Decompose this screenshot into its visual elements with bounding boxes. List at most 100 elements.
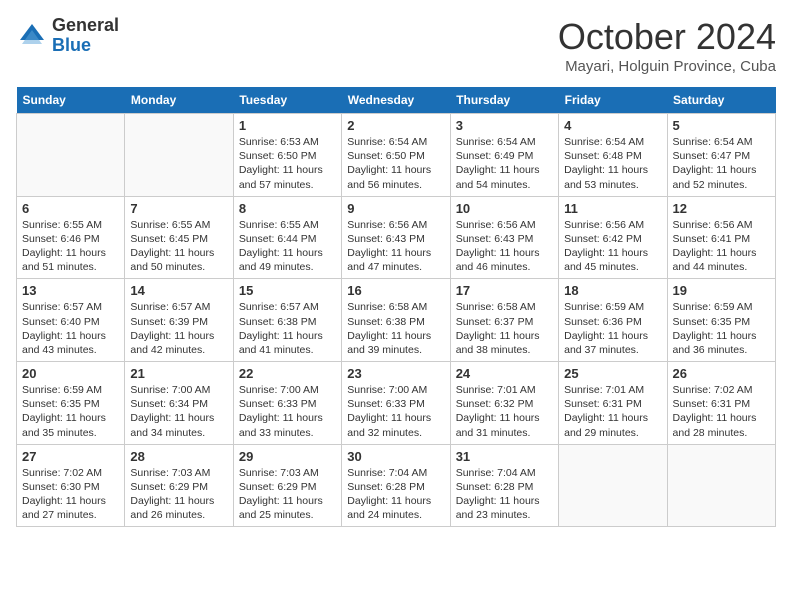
- day-cell: [667, 444, 775, 527]
- day-info: Sunrise: 7:02 AMSunset: 6:30 PMDaylight:…: [22, 466, 119, 523]
- day-info: Sunrise: 7:00 AMSunset: 6:33 PMDaylight:…: [239, 383, 336, 440]
- logo-text: General Blue: [52, 16, 119, 56]
- week-row-5: 27 Sunrise: 7:02 AMSunset: 6:30 PMDayligh…: [17, 444, 776, 527]
- col-header-wednesday: Wednesday: [342, 87, 450, 114]
- col-header-sunday: Sunday: [17, 87, 125, 114]
- day-number: 16: [347, 283, 444, 298]
- day-info: Sunrise: 7:02 AMSunset: 6:31 PMDaylight:…: [673, 383, 770, 440]
- day-number: 2: [347, 118, 444, 133]
- day-cell: 25 Sunrise: 7:01 AMSunset: 6:31 PMDayligh…: [559, 362, 667, 445]
- day-info: Sunrise: 7:01 AMSunset: 6:32 PMDaylight:…: [456, 383, 553, 440]
- day-info: Sunrise: 7:04 AMSunset: 6:28 PMDaylight:…: [347, 466, 444, 523]
- day-number: 12: [673, 201, 770, 216]
- day-info: Sunrise: 6:59 AMSunset: 6:35 PMDaylight:…: [22, 383, 119, 440]
- col-header-thursday: Thursday: [450, 87, 558, 114]
- day-info: Sunrise: 6:59 AMSunset: 6:35 PMDaylight:…: [673, 300, 770, 357]
- day-info: Sunrise: 6:56 AMSunset: 6:43 PMDaylight:…: [347, 218, 444, 275]
- day-info: Sunrise: 6:58 AMSunset: 6:38 PMDaylight:…: [347, 300, 444, 357]
- day-info: Sunrise: 6:57 AMSunset: 6:39 PMDaylight:…: [130, 300, 227, 357]
- day-info: Sunrise: 7:04 AMSunset: 6:28 PMDaylight:…: [456, 466, 553, 523]
- day-cell: 4 Sunrise: 6:54 AMSunset: 6:48 PMDaylight…: [559, 114, 667, 197]
- month-title: October 2024: [558, 16, 776, 58]
- day-number: 10: [456, 201, 553, 216]
- day-cell: 14 Sunrise: 6:57 AMSunset: 6:39 PMDayligh…: [125, 279, 233, 362]
- day-cell: 5 Sunrise: 6:54 AMSunset: 6:47 PMDaylight…: [667, 114, 775, 197]
- day-number: 27: [22, 449, 119, 464]
- day-info: Sunrise: 6:55 AMSunset: 6:45 PMDaylight:…: [130, 218, 227, 275]
- day-number: 5: [673, 118, 770, 133]
- day-cell: 20 Sunrise: 6:59 AMSunset: 6:35 PMDayligh…: [17, 362, 125, 445]
- day-cell: [559, 444, 667, 527]
- day-cell: 2 Sunrise: 6:54 AMSunset: 6:50 PMDaylight…: [342, 114, 450, 197]
- day-info: Sunrise: 7:01 AMSunset: 6:31 PMDaylight:…: [564, 383, 661, 440]
- day-info: Sunrise: 6:54 AMSunset: 6:50 PMDaylight:…: [347, 135, 444, 192]
- day-cell: 9 Sunrise: 6:56 AMSunset: 6:43 PMDaylight…: [342, 196, 450, 279]
- week-row-2: 6Sunrise: 6:55 AMSunset: 6:46 PMDaylight…: [17, 196, 776, 279]
- day-info: Sunrise: 7:03 AMSunset: 6:29 PMDaylight:…: [239, 466, 336, 523]
- day-cell: 31 Sunrise: 7:04 AMSunset: 6:28 PMDayligh…: [450, 444, 558, 527]
- day-info: Sunrise: 6:54 AMSunset: 6:48 PMDaylight:…: [564, 135, 661, 192]
- day-cell: 23 Sunrise: 7:00 AMSunset: 6:33 PMDayligh…: [342, 362, 450, 445]
- day-number: 6: [22, 201, 119, 216]
- week-row-3: 13Sunrise: 6:57 AMSunset: 6:40 PMDayligh…: [17, 279, 776, 362]
- day-number: 29: [239, 449, 336, 464]
- day-info: Sunrise: 6:57 AMSunset: 6:38 PMDaylight:…: [239, 300, 336, 357]
- day-number: 20: [22, 366, 119, 381]
- day-number: 11: [564, 201, 661, 216]
- day-cell: 29 Sunrise: 7:03 AMSunset: 6:29 PMDayligh…: [233, 444, 341, 527]
- day-cell: 11 Sunrise: 6:56 AMSunset: 6:42 PMDayligh…: [559, 196, 667, 279]
- page-header: General Blue October 2024 Mayari, Holgui…: [16, 16, 776, 75]
- col-header-friday: Friday: [559, 87, 667, 114]
- day-number: 28: [130, 449, 227, 464]
- day-info: Sunrise: 6:54 AMSunset: 6:49 PMDaylight:…: [456, 135, 553, 192]
- day-number: 14: [130, 283, 227, 298]
- day-info: Sunrise: 7:03 AMSunset: 6:29 PMDaylight:…: [130, 466, 227, 523]
- day-info: Sunrise: 6:54 AMSunset: 6:47 PMDaylight:…: [673, 135, 770, 192]
- day-cell: 13Sunrise: 6:57 AMSunset: 6:40 PMDayligh…: [17, 279, 125, 362]
- day-cell: 30 Sunrise: 7:04 AMSunset: 6:28 PMDayligh…: [342, 444, 450, 527]
- day-info: Sunrise: 7:00 AMSunset: 6:34 PMDaylight:…: [130, 383, 227, 440]
- week-row-4: 20 Sunrise: 6:59 AMSunset: 6:35 PMDayligh…: [17, 362, 776, 445]
- day-cell: 18 Sunrise: 6:59 AMSunset: 6:36 PMDayligh…: [559, 279, 667, 362]
- day-number: 25: [564, 366, 661, 381]
- day-number: 9: [347, 201, 444, 216]
- calendar-table: SundayMondayTuesdayWednesdayThursdayFrid…: [16, 87, 776, 527]
- day-cell: 26 Sunrise: 7:02 AMSunset: 6:31 PMDayligh…: [667, 362, 775, 445]
- day-number: 18: [564, 283, 661, 298]
- location: Mayari, Holguin Province, Cuba: [558, 58, 776, 75]
- day-info: Sunrise: 6:59 AMSunset: 6:36 PMDaylight:…: [564, 300, 661, 357]
- day-number: 23: [347, 366, 444, 381]
- header-row: SundayMondayTuesdayWednesdayThursdayFrid…: [17, 87, 776, 114]
- day-info: Sunrise: 6:56 AMSunset: 6:41 PMDaylight:…: [673, 218, 770, 275]
- day-cell: 12 Sunrise: 6:56 AMSunset: 6:41 PMDayligh…: [667, 196, 775, 279]
- day-number: 21: [130, 366, 227, 381]
- day-cell: 27 Sunrise: 7:02 AMSunset: 6:30 PMDayligh…: [17, 444, 125, 527]
- col-header-monday: Monday: [125, 87, 233, 114]
- day-number: 26: [673, 366, 770, 381]
- day-cell: 3Sunrise: 6:54 AMSunset: 6:49 PMDaylight…: [450, 114, 558, 197]
- day-number: 1: [239, 118, 336, 133]
- day-info: Sunrise: 6:55 AMSunset: 6:44 PMDaylight:…: [239, 218, 336, 275]
- day-info: Sunrise: 6:56 AMSunset: 6:43 PMDaylight:…: [456, 218, 553, 275]
- day-number: 8: [239, 201, 336, 216]
- title-block: October 2024 Mayari, Holguin Province, C…: [558, 16, 776, 75]
- day-cell: 8 Sunrise: 6:55 AMSunset: 6:44 PMDaylight…: [233, 196, 341, 279]
- day-info: Sunrise: 7:00 AMSunset: 6:33 PMDaylight:…: [347, 383, 444, 440]
- day-cell: 10 Sunrise: 6:56 AMSunset: 6:43 PMDayligh…: [450, 196, 558, 279]
- day-info: Sunrise: 6:56 AMSunset: 6:42 PMDaylight:…: [564, 218, 661, 275]
- day-cell: 28 Sunrise: 7:03 AMSunset: 6:29 PMDayligh…: [125, 444, 233, 527]
- day-number: 22: [239, 366, 336, 381]
- day-number: 30: [347, 449, 444, 464]
- day-cell: 15Sunrise: 6:57 AMSunset: 6:38 PMDayligh…: [233, 279, 341, 362]
- day-number: 4: [564, 118, 661, 133]
- day-cell: 22 Sunrise: 7:00 AMSunset: 6:33 PMDayligh…: [233, 362, 341, 445]
- day-info: Sunrise: 6:57 AMSunset: 6:40 PMDaylight:…: [22, 300, 119, 357]
- day-number: 19: [673, 283, 770, 298]
- day-info: Sunrise: 6:58 AMSunset: 6:37 PMDaylight:…: [456, 300, 553, 357]
- day-cell: 1Sunrise: 6:53 AMSunset: 6:50 PMDaylight…: [233, 114, 341, 197]
- week-row-1: 1Sunrise: 6:53 AMSunset: 6:50 PMDaylight…: [17, 114, 776, 197]
- day-number: 7: [130, 201, 227, 216]
- day-cell: 7 Sunrise: 6:55 AMSunset: 6:45 PMDaylight…: [125, 196, 233, 279]
- day-number: 31: [456, 449, 553, 464]
- day-cell: 21 Sunrise: 7:00 AMSunset: 6:34 PMDayligh…: [125, 362, 233, 445]
